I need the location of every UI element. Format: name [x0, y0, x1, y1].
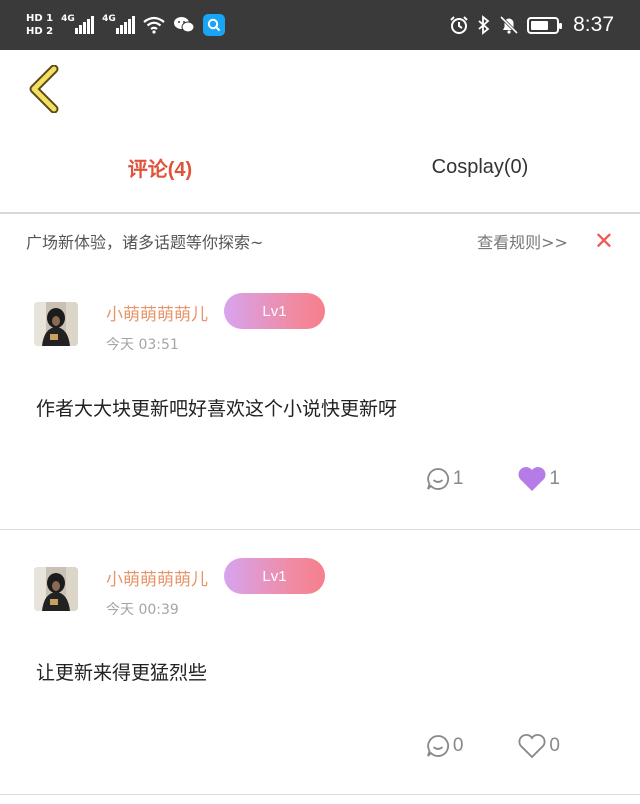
hd2-label: HD 2: [26, 26, 54, 37]
divider: [0, 529, 640, 530]
battery-icon: [527, 16, 563, 34]
level-badge: Lv1: [224, 558, 325, 594]
close-notice-button[interactable]: ✕: [594, 229, 614, 253]
username[interactable]: 小萌萌萌萌儿: [106, 565, 208, 590]
status-bar-left: HD 1 HD 2 4G 4G: [26, 13, 226, 37]
wechat-icon: [174, 17, 195, 33]
reply-button[interactable]: 0: [425, 733, 464, 759]
timestamp: 今天 00:39: [106, 602, 179, 618]
signal-1-icon: 4G: [61, 14, 95, 34]
comment-bubble-icon: [426, 735, 449, 757]
notice-text: 广场新体验，诸多话题等你探索~: [26, 233, 264, 252]
back-button[interactable]: [22, 62, 66, 116]
search-app-icon: [203, 14, 226, 36]
like-count: 1: [549, 468, 560, 489]
hd-indicators: HD 1 HD 2: [26, 13, 53, 37]
comment-content: 作者大大块更新吧好喜欢这个小说快更新呀: [36, 398, 398, 420]
notice-bar: 广场新体验，诸多话题等你探索~ 查看规则>> ✕: [0, 222, 640, 260]
avatar[interactable]: [34, 302, 78, 346]
reply-count: 0: [452, 735, 464, 756]
like-count: 0: [549, 735, 560, 756]
heart-filled-icon: [518, 467, 546, 491]
comment-actions: 0 0: [425, 733, 560, 759]
level-badge: Lv1: [224, 293, 325, 329]
network-1-label: 4G: [61, 14, 75, 24]
like-button[interactable]: 1: [517, 466, 560, 492]
signal-2-icon: 4G: [102, 14, 136, 34]
heart-outline-icon: [518, 733, 546, 759]
alarm-icon: [450, 16, 468, 34]
like-button[interactable]: 0: [517, 733, 560, 759]
reply-count: 1: [452, 468, 464, 489]
comment-content: 让更新来得更猛烈些: [36, 662, 208, 684]
tab-comments[interactable]: 评论(4): [0, 138, 320, 196]
comment-item: 小萌萌萌萌儿 Lv1 今天 03:51 作者大大块更新吧好喜欢这个小说快更新呀 …: [0, 280, 640, 530]
avatar[interactable]: [34, 567, 78, 611]
wifi-icon: [143, 16, 165, 34]
tab-cosplay[interactable]: Cosplay(0): [320, 138, 640, 196]
username[interactable]: 小萌萌萌萌儿: [106, 300, 208, 325]
comment-item: 小萌萌萌萌儿 Lv1 今天 00:39 让更新来得更猛烈些 0 0: [0, 545, 640, 795]
view-rules-link[interactable]: 查看规则>>: [477, 229, 568, 253]
timestamp: 今天 03:51: [106, 337, 179, 353]
chevron-left-icon: [29, 65, 59, 113]
clock: 8:37: [573, 13, 614, 36]
comment-actions: 1 1: [425, 466, 560, 492]
divider: [0, 794, 640, 795]
status-bar: HD 1 HD 2 4G 4G 8:37: [0, 0, 640, 50]
reply-button[interactable]: 1: [425, 466, 464, 492]
bluetooth-icon: [478, 15, 490, 35]
mute-bell-icon: [500, 15, 519, 35]
status-bar-right: 8:37: [449, 13, 614, 37]
network-2-label: 4G: [102, 14, 116, 24]
hd1-label: HD 1: [26, 13, 54, 24]
tab-bar: 评论(4) Cosplay(0): [0, 138, 640, 196]
comment-bubble-icon: [426, 468, 449, 490]
tab-divider: [0, 212, 640, 214]
